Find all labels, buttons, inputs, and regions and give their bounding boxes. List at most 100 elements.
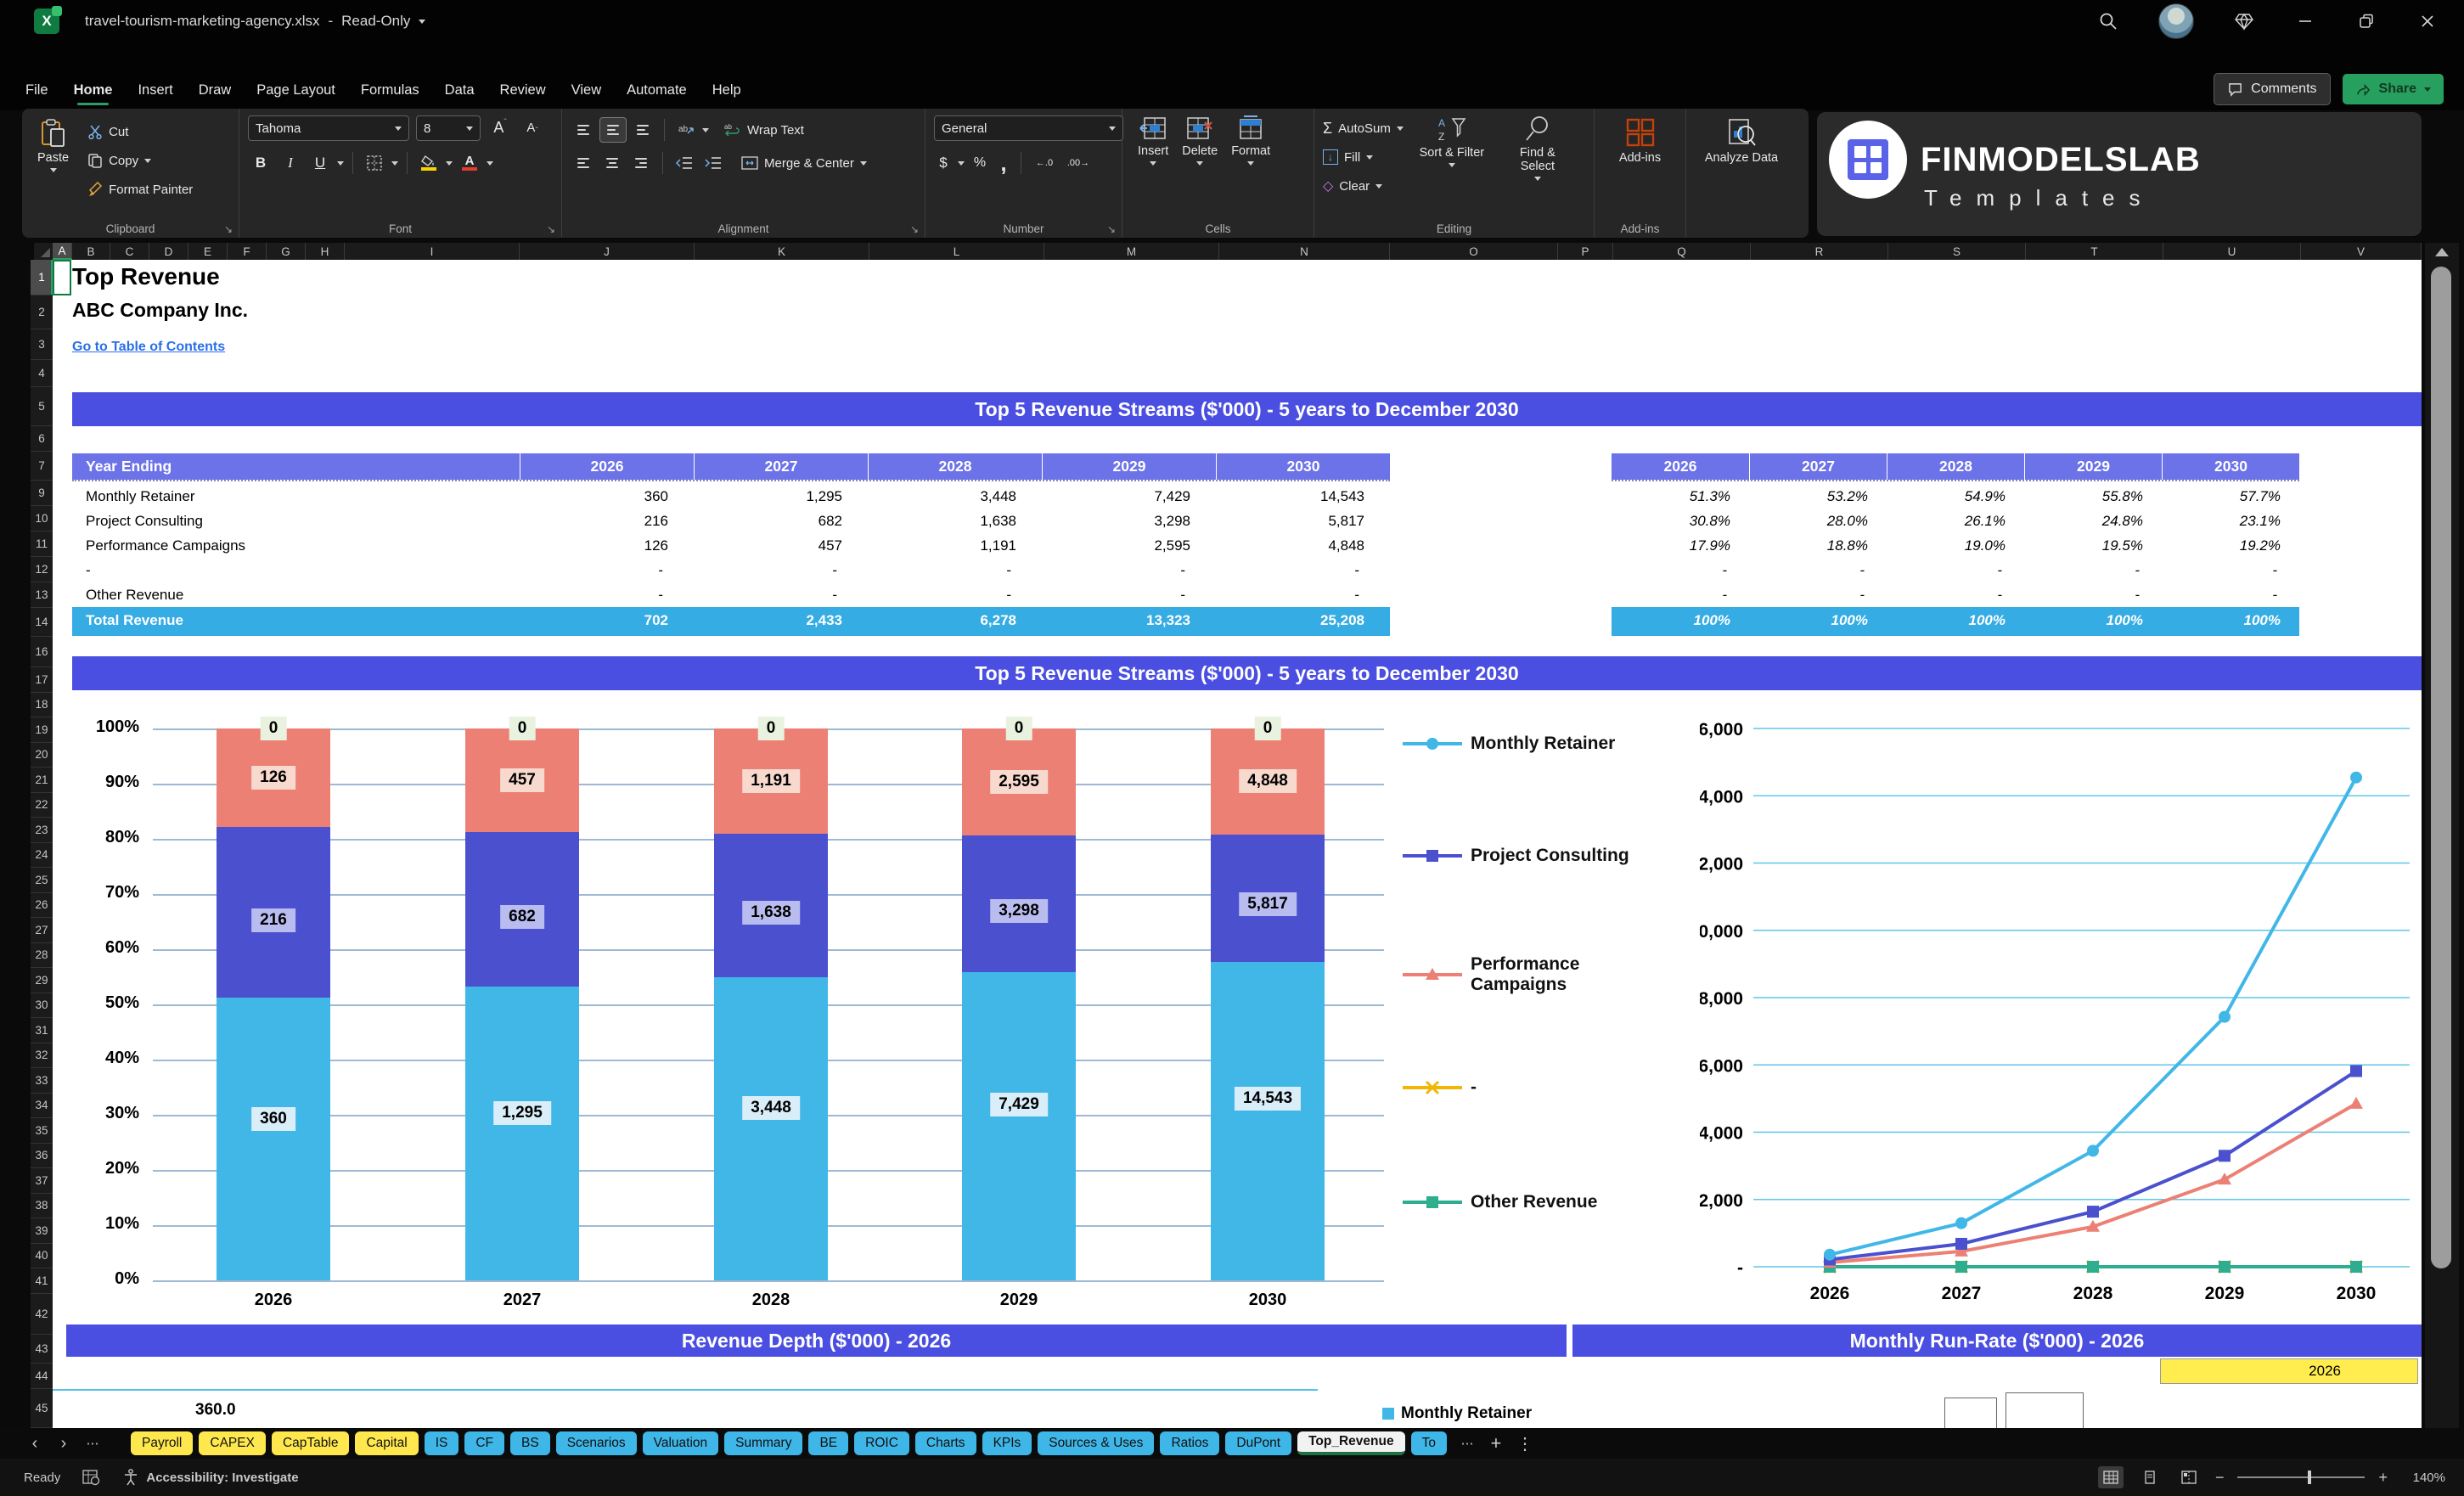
select-all-corner[interactable] xyxy=(34,243,53,260)
format-cells-button[interactable]: Format xyxy=(1224,115,1277,166)
table-cell-value[interactable]: 7,429 xyxy=(1042,484,1216,509)
decrease-decimal-button[interactable]: .00→ xyxy=(1064,151,1093,175)
table-row-label[interactable]: Monthly Retainer xyxy=(72,484,520,509)
sheet-tab-to[interactable]: To xyxy=(1411,1431,1447,1455)
column-header-E[interactable]: E xyxy=(188,243,228,260)
vertical-scrollbar-thumb[interactable] xyxy=(2431,267,2451,1268)
total-cell-value[interactable]: 702 xyxy=(520,607,694,634)
total-row-label[interactable]: Total Revenue xyxy=(72,607,520,634)
fill-button[interactable]: ↓ Fill xyxy=(1323,146,1404,168)
table-cell-value[interactable]: - xyxy=(868,582,1042,607)
clear-button[interactable]: ◇ Clear xyxy=(1323,175,1404,197)
pct-cell-value[interactable]: 17.9% xyxy=(1612,533,1749,558)
macro-record-icon[interactable] xyxy=(82,1469,101,1486)
pct-cell-value[interactable]: - xyxy=(2024,558,2162,582)
menu-tab-automate[interactable]: Automate xyxy=(627,82,687,104)
pct-cell-value[interactable]: 51.3% xyxy=(1612,484,1749,509)
table-header-year[interactable]: 2030 xyxy=(1216,453,1390,480)
row-header-3[interactable]: 3 xyxy=(31,329,53,360)
row-header-29[interactable]: 29 xyxy=(31,968,53,993)
menu-tab-home[interactable]: Home xyxy=(74,82,113,104)
sheet-tab-capital[interactable]: Capital xyxy=(355,1431,418,1455)
delete-cells-button[interactable]: Delete xyxy=(1175,115,1224,166)
column-header-U[interactable]: U xyxy=(2163,243,2301,260)
sheet-tab-charts[interactable]: Charts xyxy=(915,1431,976,1455)
row-header-30[interactable]: 30 xyxy=(31,993,53,1019)
table-header-year[interactable]: 2029 xyxy=(1042,453,1216,480)
page-layout-view-button[interactable] xyxy=(2137,1466,2163,1488)
column-header-D[interactable]: D xyxy=(149,243,188,260)
wrap-text-button[interactable]: ab Wrap Text xyxy=(724,119,804,141)
sheet-tab-valuation[interactable]: Valuation xyxy=(643,1431,718,1455)
year-input-cell[interactable]: 2026 xyxy=(2160,1358,2418,1384)
zoom-slider-thumb[interactable] xyxy=(2308,1471,2311,1484)
row-header-1[interactable]: 1 xyxy=(31,260,53,295)
alignment-dialog-launcher[interactable]: ↘ xyxy=(910,223,919,235)
row-header-22[interactable]: 22 xyxy=(31,793,53,818)
autosum-button[interactable]: Σ AutoSum xyxy=(1323,117,1404,139)
sheet-tab-cf[interactable]: CF xyxy=(464,1431,504,1455)
vertical-scrollbar[interactable] xyxy=(2425,243,2459,1428)
pct-cell-value[interactable]: 19.2% xyxy=(2162,533,2299,558)
zoom-out-button[interactable]: − xyxy=(2215,1469,2225,1487)
align-bottom-button[interactable] xyxy=(630,118,655,142)
number-dialog-launcher[interactable]: ↘ xyxy=(1107,223,1116,235)
sheet-tab-capex[interactable]: CAPEX xyxy=(199,1431,266,1455)
table-cell-value[interactable]: - xyxy=(520,558,694,582)
shrink-font-button[interactable]: Aˇ xyxy=(520,115,545,139)
orientation-chevron-icon[interactable] xyxy=(702,128,709,132)
restore-button[interactable] xyxy=(2355,10,2377,32)
font-size-select[interactable]: 8 xyxy=(416,115,481,141)
table-cell-value[interactable]: 4,848 xyxy=(1216,533,1390,558)
decrease-indent-button[interactable] xyxy=(672,151,697,175)
zoom-in-button[interactable]: + xyxy=(2378,1469,2388,1487)
column-header-T[interactable]: T xyxy=(2026,243,2163,260)
increase-indent-button[interactable] xyxy=(700,151,726,175)
tabs-more-left[interactable]: ⋯ xyxy=(78,1436,107,1451)
pct-cell-value[interactable]: 30.8% xyxy=(1612,509,1749,533)
paste-button[interactable]: Paste xyxy=(31,119,76,200)
pct-cell-value[interactable]: 53.2% xyxy=(1749,484,1887,509)
table-header-year-ending[interactable]: Year Ending xyxy=(72,453,520,480)
row-header-43[interactable]: 43 xyxy=(31,1335,53,1364)
menu-tab-data[interactable]: Data xyxy=(445,82,475,104)
pct-cell-value[interactable]: 57.7% xyxy=(2162,484,2299,509)
row-header-9[interactable]: 9 xyxy=(31,481,53,506)
column-header-J[interactable]: J xyxy=(520,243,695,260)
table-cell-value[interactable]: 2,595 xyxy=(1042,533,1216,558)
column-header-L[interactable]: L xyxy=(869,243,1044,260)
comma-style-button[interactable]: , xyxy=(995,151,1012,175)
table-cell-value[interactable]: 682 xyxy=(694,509,868,533)
pct-cell-value[interactable]: 54.9% xyxy=(1887,484,2024,509)
column-header-I[interactable]: I xyxy=(345,243,520,260)
row-header-27[interactable]: 27 xyxy=(31,918,53,943)
column-header-N[interactable]: N xyxy=(1219,243,1390,260)
sheet-tab-captable[interactable]: CapTable xyxy=(272,1431,350,1455)
row-header-2[interactable]: 2 xyxy=(31,295,53,329)
italic-button[interactable]: I xyxy=(278,151,303,175)
pct-cell-value[interactable]: 55.8% xyxy=(2024,484,2162,509)
font-name-select[interactable]: Tahoma xyxy=(248,115,409,141)
row-header-40[interactable]: 40 xyxy=(31,1244,53,1269)
total-cell-value[interactable]: 6,278 xyxy=(868,607,1042,634)
pct-cell-value[interactable]: 18.8% xyxy=(1749,533,1887,558)
row-header-12[interactable]: 12 xyxy=(31,557,53,582)
merge-center-button[interactable]: Merge & Center xyxy=(741,152,867,174)
row-header-4[interactable]: 4 xyxy=(31,360,53,387)
company-name[interactable]: ABC Company Inc. xyxy=(72,299,248,322)
row-header-17[interactable]: 17 xyxy=(31,667,53,693)
tabs-scroll-left[interactable]: ‹ xyxy=(20,1434,49,1454)
normal-view-button[interactable] xyxy=(2098,1466,2124,1488)
menu-tab-help[interactable]: Help xyxy=(712,82,741,104)
table-cell-value[interactable]: - xyxy=(694,558,868,582)
row-header-37[interactable]: 37 xyxy=(31,1168,53,1194)
row-header-18[interactable]: 18 xyxy=(31,693,53,718)
pct-header-year[interactable]: 2026 xyxy=(1612,453,1749,480)
table-cell-value[interactable]: 5,817 xyxy=(1216,509,1390,533)
table-cell-value[interactable]: 360 xyxy=(520,484,694,509)
table-cell-value[interactable]: - xyxy=(1216,558,1390,582)
table-cell-value[interactable]: - xyxy=(694,582,868,607)
table-header-year[interactable]: 2028 xyxy=(868,453,1042,480)
pct-cell-value[interactable]: - xyxy=(1612,558,1749,582)
column-header-G[interactable]: G xyxy=(267,243,306,260)
